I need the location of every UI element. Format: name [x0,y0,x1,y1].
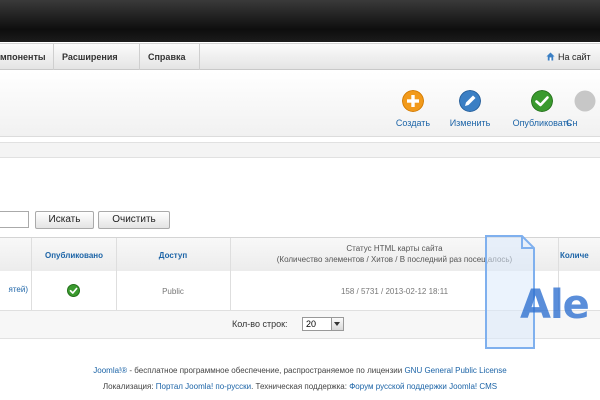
column-divider [558,238,559,271]
column-header-quantity[interactable]: Количе [560,251,600,260]
rows-per-page-value: 20 [306,319,317,329]
main-menu-bar: мпоненты Расширения Справка На сайт [0,43,600,70]
portal-link[interactable]: Портал Joomla! по-русски [156,382,251,391]
menu-help[interactable]: Справка [140,44,200,70]
watermark-logo-text: Ale [520,282,590,328]
column-header-access[interactable]: Доступ [128,251,218,260]
column-header-published[interactable]: Опубликовано [34,251,114,260]
column-divider [31,271,32,310]
forum-link[interactable]: Форум русской поддержки Joomla! CMS [349,382,497,391]
published-check-icon[interactable] [67,284,80,297]
unpublish-icon [574,90,596,112]
publish-button[interactable]: Опубликовать [512,90,572,128]
check-icon [531,90,553,112]
column-divider [116,271,117,310]
edit-button-label: Изменить [449,118,491,128]
menu-components[interactable]: мпоненты [0,44,54,70]
menu-components-label: мпоненты [0,52,46,62]
rows-per-page-select[interactable]: 20 [302,317,344,331]
search-button[interactable]: Искать [35,211,94,229]
publish-button-label: Опубликовать [512,118,572,128]
column-divider [116,238,117,271]
rows-per-page-label: Кол-во строк: [232,319,288,329]
edit-button[interactable]: Изменить [440,90,500,128]
admin-top-bar [0,0,600,42]
menu-help-label: Справка [148,52,186,62]
menu-extensions[interactable]: Расширения [54,44,140,70]
new-button-label: Создать [395,118,431,128]
footer-localization: Локализация: Портал Joomla! по-русски. Т… [0,382,600,391]
submenu-strip [0,142,600,158]
toolbar: Создать Изменить Опубликовать Сн [0,72,600,137]
home-icon [546,52,555,61]
column-divider [230,238,231,271]
pencil-icon [459,90,481,112]
menu-extensions-label: Расширения [62,52,118,62]
footer-license: Joomla!® - бесплатное программное обеспе… [0,366,600,375]
view-site-label: На сайт [558,52,591,62]
footer-license-text: - бесплатное программное обеспечение, ра… [127,366,405,375]
gpl-link[interactable]: GNU General Public License [404,366,506,375]
unpublish-button-label: Сн [566,118,578,128]
plus-icon [402,90,424,112]
joomla-link[interactable]: Joomla!® [93,366,127,375]
view-site-link[interactable]: На сайт [544,44,600,70]
column-divider [31,238,32,271]
localization-label: Локализация: [102,382,156,391]
support-label: . Техническая поддержка: [251,382,350,391]
new-button[interactable]: Создать [383,90,443,128]
unpublish-button[interactable]: Сн [566,90,600,128]
row-title-link[interactable]: ятей) [0,285,29,294]
clear-button[interactable]: Очистить [98,211,170,229]
row-access: Public [162,287,184,296]
chevron-down-icon [331,318,343,330]
search-input[interactable] [0,211,29,228]
column-divider [230,271,231,310]
